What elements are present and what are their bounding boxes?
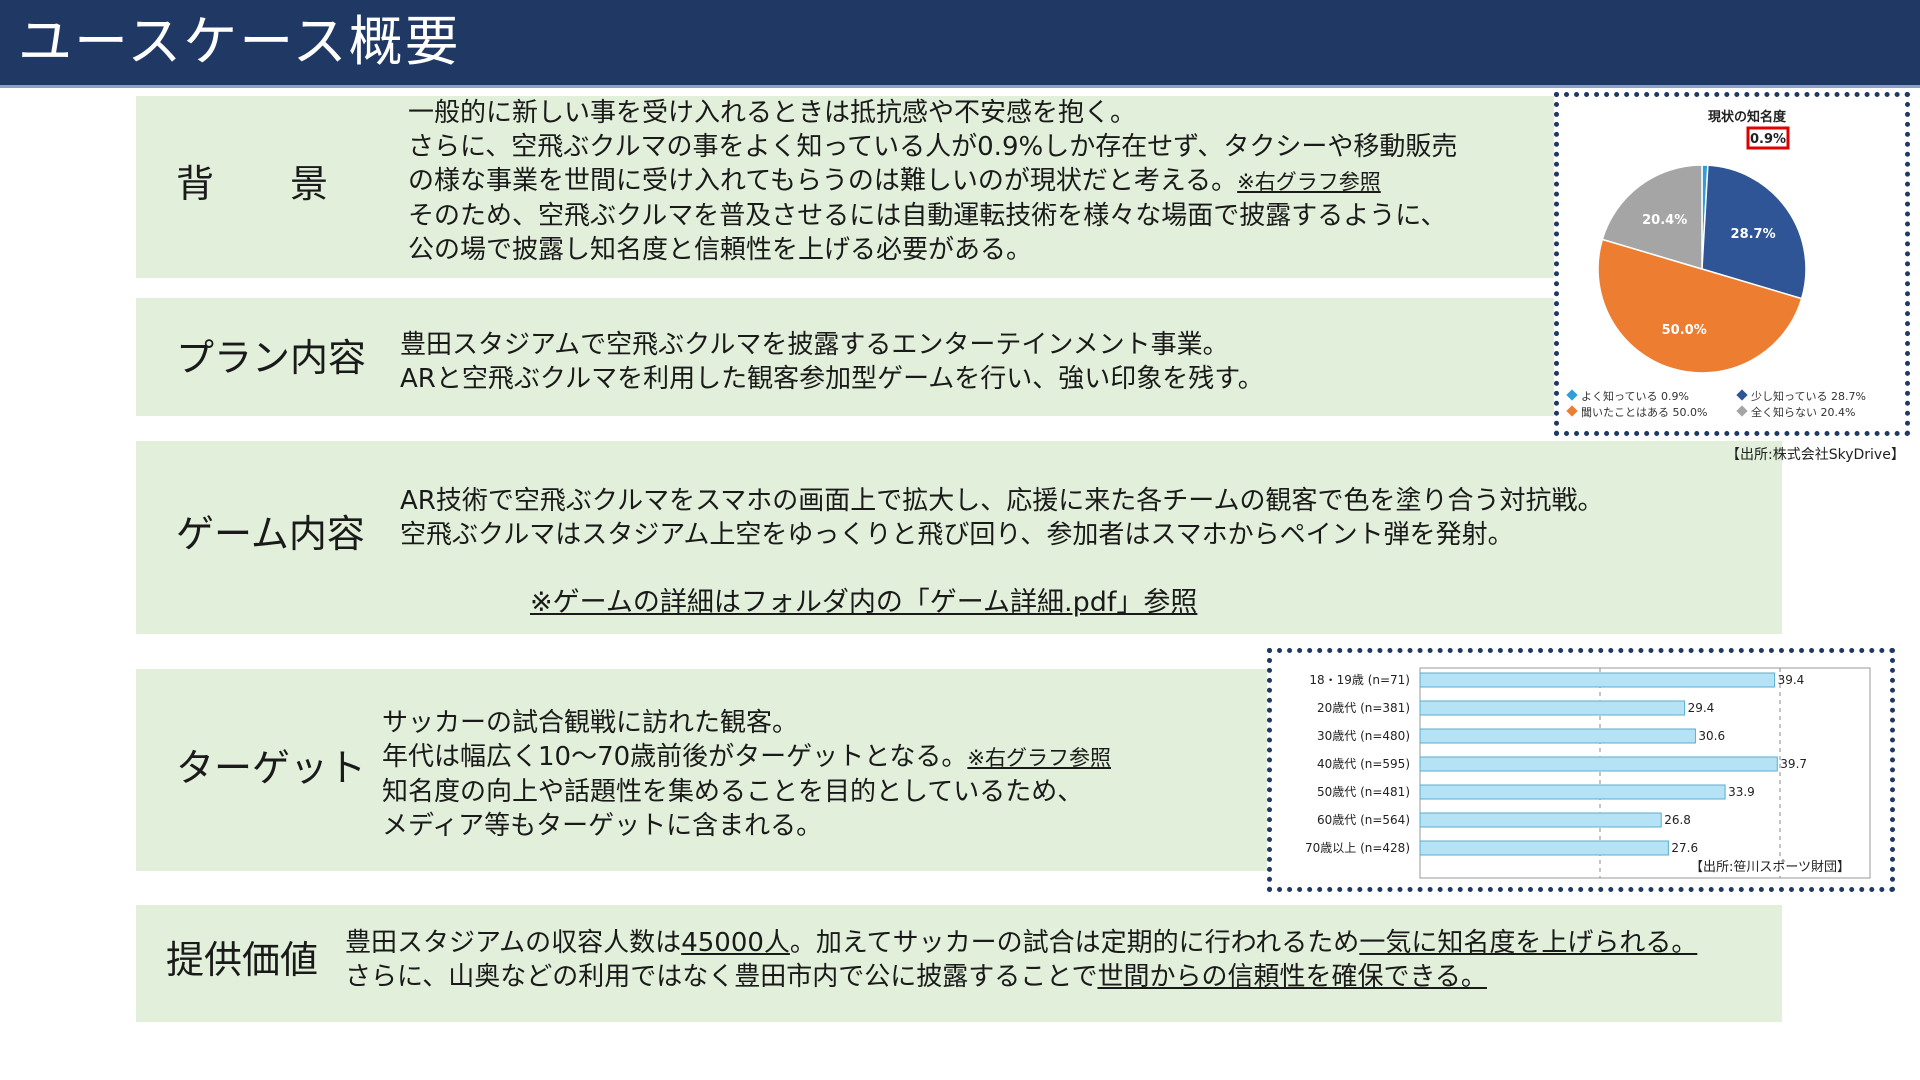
pie-legend-label-2: 聞いたことはある 50.0% (1581, 406, 1707, 419)
background-label: 背 景 (176, 162, 329, 206)
pie-highlight-label: 0.9% (1750, 132, 1786, 147)
value-text: 豊田スタジアムの収容人数は45000人。加えてサッカーの試合は定期的に行われるた… (345, 926, 1697, 994)
capacity-highlight: 45000人 (681, 928, 790, 958)
plan-label: プラン内容 (176, 336, 367, 380)
target-graph-note: ※右グラフ参照 (967, 746, 1111, 770)
bar-category-label-0: 18・19歳 (n=71) (1309, 673, 1410, 687)
target-text: サッカーの試合観戦に訪れた観客。 年代は幅広く10～70歳前後がターゲットとなる… (382, 706, 1111, 843)
pie-legend: よく知っている 0.9% 少し知っている 28.7% 聞いたことはある 50.0% 全… (1566, 389, 1866, 419)
bar-category-label-6: 70歳以上 (n=428) (1305, 841, 1410, 855)
bar-chart: 18・19歳 (n=71) 20歳代 (n=381) 30歳代 (n=480) 40歳… (1305, 667, 1871, 879)
plan-line-2: ARと空飛ぶクルマを利用した観客参加型ゲームを行い、強い印象を残す。 (400, 364, 1264, 394)
value-line-2: さらに、山奥などの利用ではなく豊田市内で公に披露することで世間からの信頼性を確保… (345, 962, 1487, 992)
value-label: 提供価値 (166, 938, 319, 982)
pie-chart-box: 現状の知名度 0.9% 28.7% 50.0% 20.4% よく知っている 0.9%… (1554, 92, 1910, 436)
value-line-1: 豊田スタジアムの収容人数は45000人。加えてサッカーの試合は定期的に行われるた… (345, 928, 1698, 958)
bar-value-label-3: 39.7 (1780, 757, 1807, 771)
background-graph-note: ※右グラフ参照 (1237, 170, 1381, 194)
target-line-1: サッカーの試合観戦に訪れた観客。 (382, 708, 799, 738)
game-detail-note: ※ゲームの詳細はフォルダ内の「ゲーム詳細.pdf」参照 (530, 587, 1198, 618)
bar-value-label-2: 30.6 (1698, 729, 1725, 743)
bar-category-label-1: 20歳代 (n=381) (1317, 701, 1410, 715)
page-title: ユースケース概要 (18, 10, 461, 73)
header-bar: ユースケース概要 (0, 0, 1920, 88)
bar-value-label-6: 27.6 (1671, 841, 1698, 855)
bar-category-label-3: 40歳代 (n=595) (1317, 757, 1410, 771)
awareness-highlight: 一気に知名度を上げられる。 (1359, 928, 1698, 958)
pie-title: 現状の知名度 (1708, 109, 1787, 125)
pie-data-label-2: 50.0% (1662, 323, 1707, 338)
bar-6 (1419, 840, 1669, 856)
bar-marks (1419, 672, 1778, 856)
bar-value-label-4: 33.9 (1728, 785, 1755, 799)
pie-chart: 現状の知名度 0.9% 28.7% 50.0% 20.4% よく知っている 0.9%… (1566, 109, 1866, 419)
pie-legend-marker-3 (1736, 405, 1748, 417)
bar-2 (1419, 728, 1696, 744)
bar-value-label-0: 39.4 (1778, 673, 1805, 687)
bar-3 (1419, 756, 1778, 772)
pie-legend-marker-0 (1566, 389, 1578, 401)
trust-highlight: 世間からの信頼性を確保できる。 (1097, 962, 1487, 992)
target-label: ターゲット (176, 746, 367, 790)
pie-legend-marker-2 (1566, 405, 1578, 417)
bar-chart-box: 18・19歳 (n=71) 20歳代 (n=381) 30歳代 (n=480) 40歳… (1267, 648, 1895, 892)
plan-text: 豊田スタジアムで空飛ぶクルマを披露するエンターテインメント事業。 ARと空飛ぶク… (400, 328, 1264, 396)
bar-value-label-1: 29.4 (1688, 701, 1715, 715)
game-label: ゲーム内容 (176, 512, 365, 556)
plan-line-1: 豊田スタジアムで空飛ぶクルマを披露するエンターテインメント事業。 (400, 330, 1229, 360)
pie-legend-label-1: 少し知っている 28.7% (1751, 389, 1866, 403)
game-line-2: 空飛ぶクルマはスタジアム上空をゆっくりと飛び回り、参加者はスマホからペイント弾を… (400, 520, 1514, 550)
bar-4 (1419, 784, 1726, 800)
pie-legend-label-3: 全く知らない 20.4% (1751, 405, 1855, 419)
bar-0 (1419, 672, 1776, 688)
bar-5 (1419, 812, 1662, 828)
pie-legend-label-0: よく知っている 0.9% (1581, 389, 1689, 403)
pie-legend-marker-1 (1736, 389, 1748, 401)
background-text: 一般的に新しい事を受け入れるときは抵抗感や不安感を抱く。 さらに、空飛ぶクルマの… (408, 96, 1457, 267)
bar-1 (1419, 700, 1686, 716)
background-line-1: 一般的に新しい事を受け入れるときは抵抗感や不安感を抱く。 (408, 98, 1137, 128)
game-line-1: AR技術で空飛ぶクルマをスマホの画面上で拡大し、応援に来た各チームの観客で色を塗… (400, 486, 1604, 516)
target-line-4: メディア等もターゲットに含まれる。 (382, 811, 823, 841)
pie-data-label-1: 28.7% (1731, 227, 1776, 242)
bar-category-label-2: 30歳代 (n=480) (1317, 729, 1410, 743)
bar-category-label-5: 60歳代 (n=564) (1317, 813, 1410, 827)
pie-source: 【出所:株式会社SkyDrive】 (1726, 447, 1905, 463)
bar-value-label-5: 26.8 (1664, 813, 1691, 827)
background-line-4: そのため、空飛ぶクルマを普及させるには自動運転技術を様々な場面で披露するように、 (408, 201, 1447, 231)
bar-category-label-4: 50歳代 (n=481) (1317, 785, 1410, 799)
target-line-3: 知名度の向上や話題性を集めることを目的としているため、 (382, 777, 1084, 807)
background-line-2: さらに、空飛ぶクルマの事をよく知っている人が0.9%しか存在せず、タクシーや移動… (408, 132, 1458, 162)
background-line-5: 公の場で披露し知名度と信頼性を上げる必要がある。 (408, 235, 1033, 265)
bar-category-labels: 18・19歳 (n=71) 20歳代 (n=381) 30歳代 (n=480) 40歳… (1305, 673, 1410, 855)
bar-source: 【出所:笹川スポーツ財団】 (1690, 859, 1850, 875)
background-line-3: の様な事業を世間に受け入れてもらうのは難しいのが現状だと考える。※右グラフ参照 (408, 166, 1381, 196)
pie-data-label-3: 20.4% (1642, 213, 1687, 228)
target-line-2: 年代は幅広く10～70歳前後がターゲットとなる。※右グラフ参照 (382, 742, 1111, 772)
game-text: AR技術で空飛ぶクルマをスマホの画面上で拡大し、応援に来た各チームの観客で色を塗… (400, 484, 1604, 552)
pie-slices (1597, 164, 1807, 374)
